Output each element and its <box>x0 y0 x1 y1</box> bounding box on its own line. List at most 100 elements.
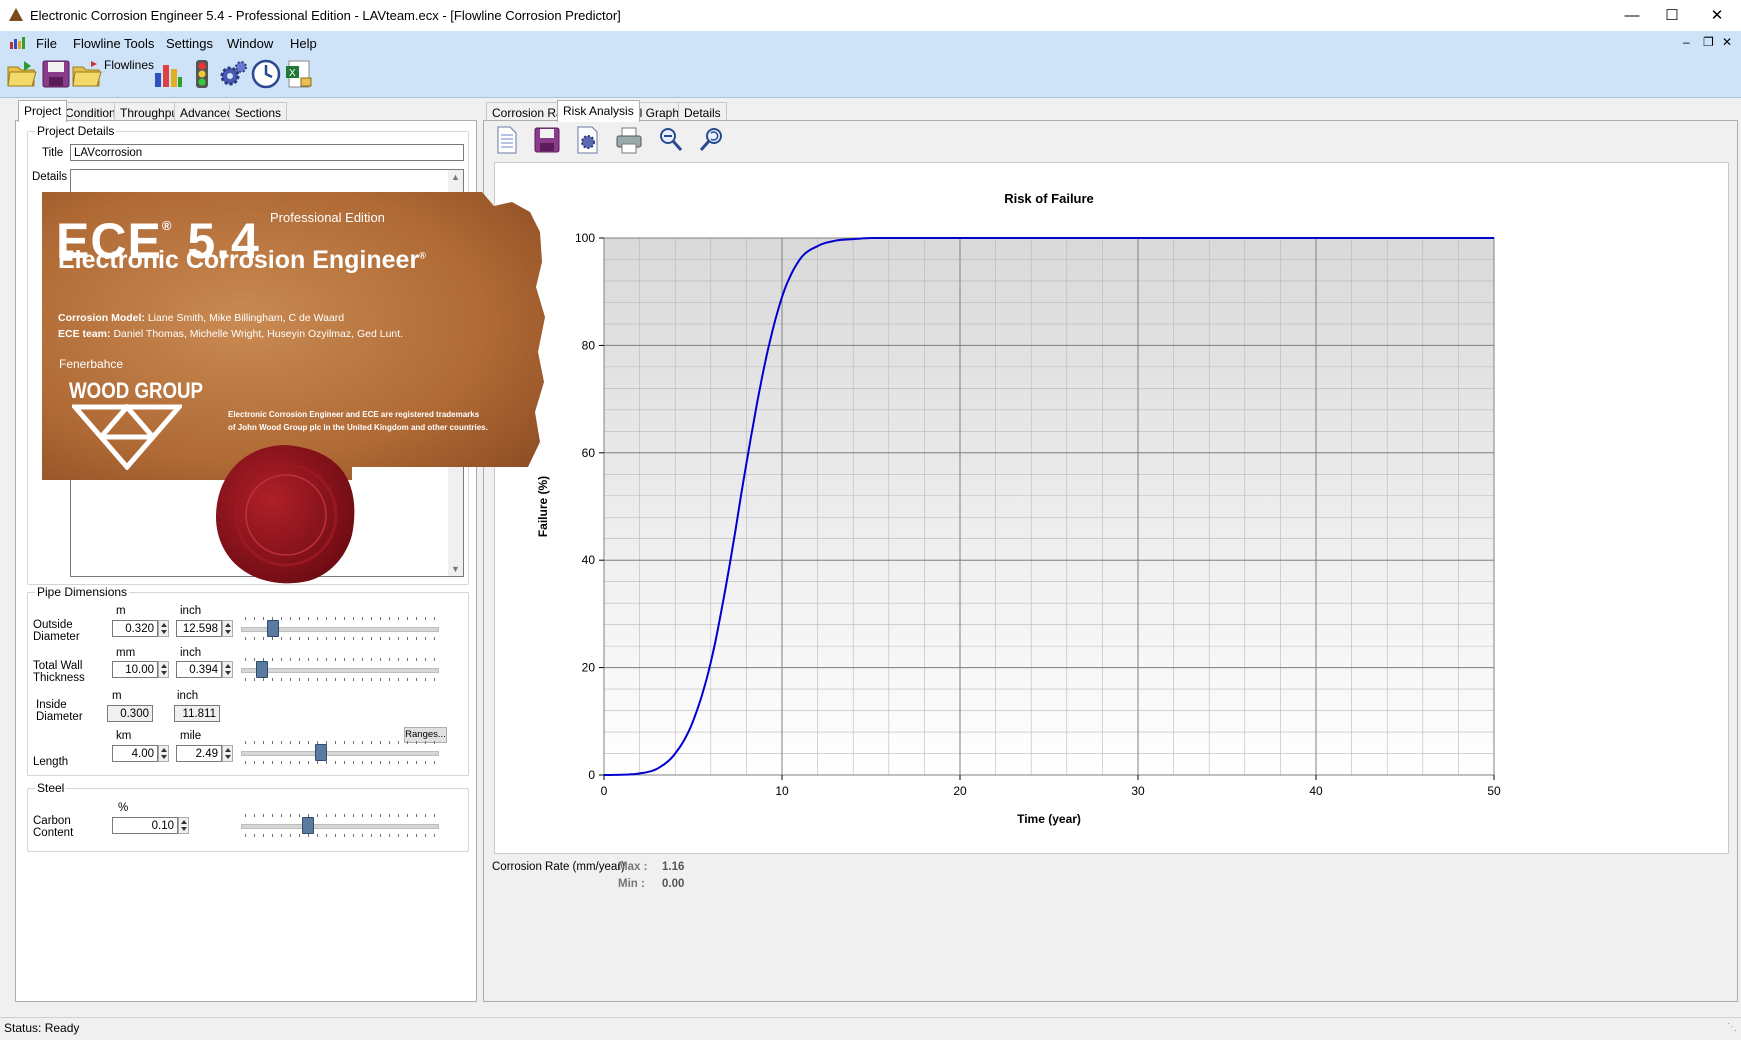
inside-diameter-m-value: 0.300 <box>107 705 153 722</box>
x-tick-label: 10 <box>775 784 789 798</box>
menu-bar: File Flowline Tools Settings Window Help… <box>0 31 1741 55</box>
y-tick-label: 100 <box>575 231 595 245</box>
splash-product: Electronic Corrosion Engineer® <box>58 246 426 274</box>
tab-sections[interactable]: Sections <box>229 102 288 122</box>
resize-grip-icon[interactable]: ⋱ <box>1727 1022 1737 1033</box>
save-icon[interactable] <box>40 58 72 90</box>
splash-company: WOOD GROUP <box>69 378 204 403</box>
corrosion-rate-summary-label: Corrosion Rate (mm/year) <box>492 861 625 873</box>
page-setup-icon[interactable] <box>573 125 603 155</box>
outside-diameter-inch-spinner[interactable] <box>222 620 233 637</box>
menu-settings[interactable]: Settings <box>166 36 213 51</box>
length-unit-mile: mile <box>180 730 202 742</box>
wall-thickness-mm-spinner[interactable] <box>158 661 169 678</box>
scroll-up-icon[interactable]: ▲ <box>451 172 460 182</box>
inside-unit-inch: inch <box>177 690 199 702</box>
slider-thumb[interactable] <box>315 744 328 761</box>
outside-diameter-label: Outside Diameter <box>33 619 80 643</box>
maximize-button[interactable]: ☐ <box>1649 0 1695 31</box>
risk-analysis-content: 0 10 20 30 40 50 0 20 40 60 80 100 Risk of Failure … <box>483 120 1738 1002</box>
y-tick-label: 0 <box>588 768 595 782</box>
status-text: Status: Ready <box>4 1021 80 1035</box>
app-menu-icon[interactable] <box>9 36 25 50</box>
wood-group-logo-icon <box>72 404 182 470</box>
outside-diameter-inch-input[interactable]: 12.598 <box>176 620 222 637</box>
splash-edition: Professional Edition <box>270 210 385 225</box>
mdi-close-button[interactable]: ✕ <box>1722 35 1732 49</box>
tab-details[interactable]: Details <box>678 102 727 122</box>
wall-thickness-mm-input[interactable]: 10.00 <box>112 661 158 678</box>
max-label: Max : <box>618 861 648 873</box>
pipe-dimensions-group: Pipe Dimensions m inch Outside Diameter … <box>27 585 469 776</box>
wall-thickness-slider[interactable] <box>241 656 439 682</box>
splash-trademark-1: Electronic Corrosion Engineer and ECE ar… <box>228 410 480 419</box>
chart-title: Risk of Failure <box>1004 191 1094 206</box>
chart-area: 0 10 20 30 40 50 0 20 40 60 80 100 Risk of Failure … <box>494 162 1729 854</box>
open-project-icon[interactable] <box>71 58 103 90</box>
close-button[interactable]: ✕ <box>1694 0 1740 31</box>
steel-title: Steel <box>35 781 67 795</box>
carbon-content-spinner[interactable] <box>178 817 189 834</box>
slider-thumb[interactable] <box>255 661 268 678</box>
project-details-title: Project Details <box>35 124 117 138</box>
menu-help[interactable]: Help <box>290 36 317 51</box>
outside-diameter-slider[interactable] <box>241 615 439 641</box>
outside-diameter-m-spinner[interactable] <box>158 620 169 637</box>
outside-diameter-m-input[interactable]: 0.320 <box>112 620 158 637</box>
length-unit-km: km <box>116 730 132 742</box>
mdi-minimize-button[interactable]: – <box>1683 35 1690 49</box>
inside-unit-m: m <box>112 690 122 702</box>
svg-text:X: X <box>289 68 296 79</box>
outside-unit-inch: inch <box>180 605 202 617</box>
wall-thickness-inch-input[interactable]: 0.394 <box>176 661 222 678</box>
min-label: Min : <box>618 878 645 890</box>
open-folder-icon[interactable] <box>6 58 38 90</box>
excel-export-icon[interactable]: X <box>283 58 315 90</box>
title-input[interactable]: LAVcorrosion <box>70 144 464 161</box>
splash-team-line: ECE team: Daniel Thomas, Michelle Wright… <box>58 328 404 340</box>
length-mile-input[interactable]: 2.49 <box>176 745 222 762</box>
status-bar: Status: Ready ⋱ <box>0 1017 1741 1040</box>
x-axis-label: Time (year) <box>1017 812 1081 826</box>
bar-chart-icon[interactable] <box>152 58 184 90</box>
carbon-content-input[interactable]: 0.10 <box>112 817 178 834</box>
scroll-down-icon[interactable]: ▼ <box>451 564 460 574</box>
length-km-spinner[interactable] <box>158 745 169 762</box>
x-tick-label: 40 <box>1309 784 1323 798</box>
slider-thumb[interactable] <box>302 817 315 834</box>
length-label: Length <box>33 756 69 768</box>
flowlines-label: Flowlines <box>104 58 155 72</box>
zoom-reset-icon[interactable] <box>697 125 727 155</box>
x-tick-label: 30 <box>1131 784 1145 798</box>
x-tick-label: 50 <box>1487 784 1501 798</box>
risk-of-failure-chart: 0 10 20 30 40 50020406080100 Risk of Failure … <box>536 191 1501 826</box>
new-document-icon[interactable] <box>492 125 522 155</box>
toolbar: Flowlines X <box>0 55 1741 98</box>
tab-risk-analysis[interactable]: Risk Analysis <box>557 100 640 122</box>
zoom-out-icon[interactable] <box>656 125 686 155</box>
traffic-light-icon[interactable] <box>186 58 218 90</box>
save-graph-icon[interactable] <box>532 125 562 155</box>
pipe-dimensions-title: Pipe Dimensions <box>35 585 130 599</box>
clock-icon[interactable] <box>250 58 282 90</box>
y-tick-label: 80 <box>582 338 596 352</box>
length-mile-spinner[interactable] <box>222 745 233 762</box>
slider-thumb[interactable] <box>267 620 280 637</box>
details-label: Details <box>32 171 68 183</box>
menu-window[interactable]: Window <box>227 36 273 51</box>
steel-group: Steel % Carbon Content 0.10 <box>27 781 469 852</box>
x-tick-label: 20 <box>953 784 967 798</box>
wall-thickness-inch-spinner[interactable] <box>222 661 233 678</box>
splash-model-line: Corrosion Model: Liane Smith, Mike Billi… <box>58 312 345 324</box>
tab-project[interactable]: Project <box>18 100 68 122</box>
print-icon[interactable] <box>614 125 644 155</box>
inside-diameter-inch-value: 11.811 <box>174 705 220 722</box>
menu-file[interactable]: File <box>36 36 57 51</box>
plot-area <box>603 237 1495 776</box>
carbon-content-slider[interactable] <box>241 812 439 838</box>
mdi-restore-button[interactable]: ❐ <box>1703 35 1714 49</box>
length-km-input[interactable]: 4.00 <box>112 745 158 762</box>
length-slider[interactable] <box>241 739 439 765</box>
menu-flowline-tools[interactable]: Flowline Tools <box>73 36 154 51</box>
gears-icon[interactable] <box>218 58 250 90</box>
